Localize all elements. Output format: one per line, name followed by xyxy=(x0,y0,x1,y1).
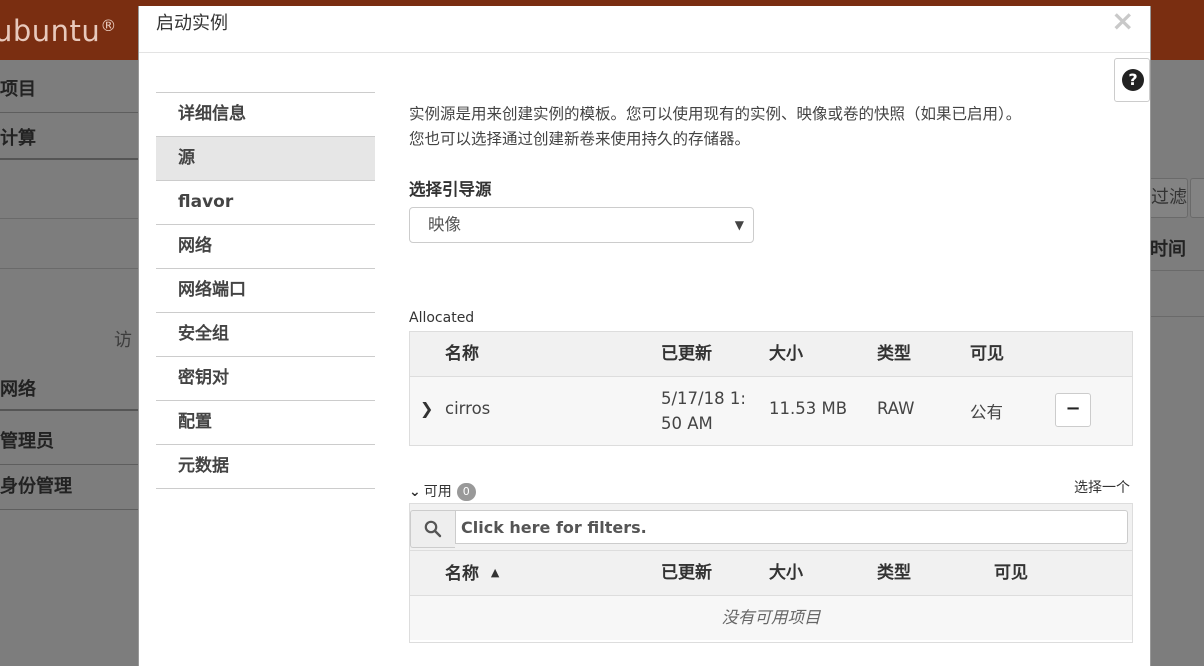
search-icon xyxy=(424,520,442,538)
step-source[interactable]: 源 xyxy=(156,137,375,181)
available-table-header: 名称 ▲ 已更新 大小 类型 可见 xyxy=(410,551,1132,596)
caret-down-icon: ▼ xyxy=(734,218,744,232)
step-flavor[interactable]: flavor xyxy=(156,181,375,225)
step-details[interactable]: 详细信息 xyxy=(156,93,375,137)
sidebar-item-admin[interactable]: 管理员 xyxy=(0,420,140,465)
circle-of-friends-icon: ® xyxy=(100,16,117,35)
column-size: 大小 xyxy=(769,344,803,364)
boot-source-value: 映像 xyxy=(428,215,461,234)
step-network-ports[interactable]: 网络端口 xyxy=(156,269,375,313)
allocated-table: 名称 已更新 大小 类型 可见 ❯ cirros 5/17/18 1: 50 AM… xyxy=(409,331,1133,446)
background-table-row xyxy=(1150,270,1204,317)
row-type: RAW xyxy=(877,399,915,418)
close-icon[interactable]: × xyxy=(1111,6,1134,36)
boot-source-label: 选择引导源 xyxy=(409,180,492,199)
sidebar-item-project[interactable]: 项目 xyxy=(0,68,140,113)
row-visibility: 公有 xyxy=(970,403,1003,422)
available-toggle[interactable]: ⌄ 可用 0 xyxy=(409,481,476,501)
filter-icon-box xyxy=(410,510,455,548)
step-key-pair[interactable]: 密钥对 xyxy=(156,357,375,401)
background-column-header: 时间 xyxy=(1150,230,1204,271)
available-count-badge: 0 xyxy=(456,483,476,501)
sidebar-divider xyxy=(0,218,140,219)
column-type[interactable]: 类型 xyxy=(877,551,911,595)
background-visit-text: 访 xyxy=(114,330,132,351)
select-one-text: 选择一个 xyxy=(1074,480,1130,496)
column-updated: 已更新 xyxy=(661,344,712,364)
column-visibility: 可见 xyxy=(970,344,1004,364)
row-updated: 5/17/18 1: 50 AM xyxy=(661,389,746,433)
row-size: 11.53 MB xyxy=(769,399,848,418)
table-row: ❯ cirros 5/17/18 1: 50 AM 11.53 MB RAW 公有… xyxy=(410,377,1132,445)
source-description: 实例源是用来创建实例的模板。您可以使用现有的实例、映像或卷的快照（如果已启用）。… xyxy=(409,102,1139,152)
question-icon: ? xyxy=(1122,69,1144,91)
column-name: 名称 xyxy=(445,344,479,364)
boot-source-select[interactable]: 映像 ▼ xyxy=(409,207,754,243)
step-metadata[interactable]: 元数据 xyxy=(156,445,375,489)
sidebar-item-network[interactable]: 网络 xyxy=(0,365,140,411)
allocated-table-header: 名称 已更新 大小 类型 可见 xyxy=(410,332,1132,377)
row-name: cirros xyxy=(445,399,491,418)
deallocate-button[interactable]: − xyxy=(1055,393,1091,427)
allocated-label: Allocated xyxy=(409,310,475,326)
sidebar-item-compute[interactable]: 计算 xyxy=(0,112,140,160)
modal-header: 启动实例 × xyxy=(139,6,1150,53)
empty-message: 没有可用项目 xyxy=(410,596,1132,640)
filter-input[interactable]: Click here for filters. xyxy=(455,510,1128,544)
chevron-down-icon: ⌄ xyxy=(409,484,421,500)
description-line: 您也可以选择通过创建新卷来使用持久的存储器。 xyxy=(409,130,751,148)
help-button[interactable]: ? xyxy=(1114,58,1150,102)
sidebar-item-identity[interactable]: 身份管理 xyxy=(0,465,140,510)
column-visibility[interactable]: 可见 xyxy=(994,551,1028,595)
column-name-sortable[interactable]: 名称 ▲ xyxy=(445,551,499,596)
launch-instance-modal: 启动实例 × ? 详细信息 源 flavor 网络 网络端口 安全组 密钥对 配… xyxy=(138,6,1151,666)
description-line: 实例源是用来创建实例的模板。您可以使用现有的实例、映像或卷的快照（如果已启用）。 xyxy=(409,105,1022,123)
step-configuration[interactable]: 配置 xyxy=(156,401,375,445)
background-action-button[interactable] xyxy=(1190,178,1204,218)
sidebar-divider xyxy=(0,268,140,269)
ubuntu-logo: ubuntu® xyxy=(0,14,117,48)
column-updated[interactable]: 已更新 xyxy=(661,551,712,595)
column-size[interactable]: 大小 xyxy=(769,551,803,595)
wizard-steps: 详细信息 源 flavor 网络 网络端口 安全组 密钥对 配置 元数据 xyxy=(156,92,375,489)
step-networks[interactable]: 网络 xyxy=(156,225,375,269)
column-type: 类型 xyxy=(877,344,911,364)
available-label: 可用 xyxy=(423,484,452,500)
filter-search[interactable]: Click here for filters. xyxy=(410,510,1130,548)
modal-title: 启动实例 xyxy=(156,13,228,34)
step-security-groups[interactable]: 安全组 xyxy=(156,313,375,357)
chevron-right-icon[interactable]: ❯ xyxy=(420,399,433,418)
sort-ascending-icon: ▲ xyxy=(490,566,500,579)
